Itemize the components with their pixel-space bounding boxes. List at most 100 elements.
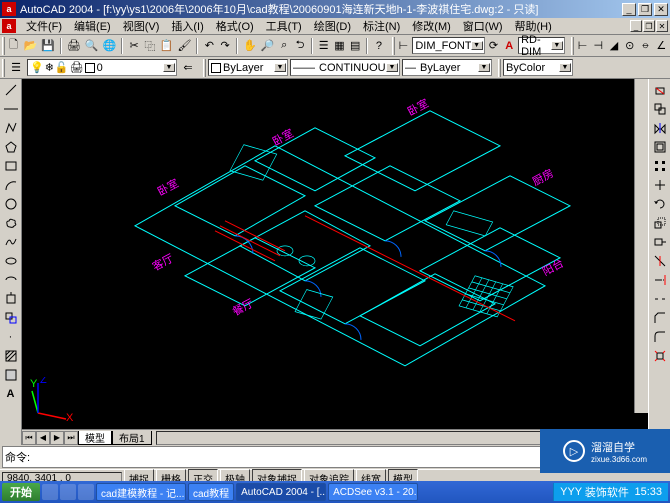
menu-draw[interactable]: 绘图(D) — [308, 18, 357, 34]
break-button[interactable] — [651, 290, 669, 308]
toolbar-grip[interactable] — [392, 37, 395, 55]
explode-button[interactable] — [651, 347, 669, 365]
doc-restore-button[interactable]: ❐ — [643, 20, 655, 32]
menu-tools[interactable]: 工具(T) — [260, 18, 308, 34]
mirror-button[interactable] — [651, 119, 669, 137]
properties-button[interactable]: ☰ — [317, 37, 331, 55]
tab-model[interactable]: 模型 — [78, 431, 112, 445]
layer-manager-button[interactable]: ☰ — [7, 59, 25, 77]
print-button[interactable]: 🖨 — [66, 37, 82, 55]
menu-edit[interactable]: 编辑(E) — [68, 18, 117, 34]
toolbar-grip[interactable] — [498, 59, 501, 77]
publish-button[interactable]: 🌐 — [102, 37, 118, 55]
toolpalettes-button[interactable]: ▤ — [348, 37, 362, 55]
taskbar-item[interactable]: cad教程 — [188, 483, 234, 501]
doc-close-button[interactable]: ✕ — [656, 20, 668, 32]
preview-button[interactable]: 🔍 — [84, 37, 100, 55]
scale-button[interactable] — [651, 214, 669, 232]
cut-button[interactable]: ✂ — [127, 37, 141, 55]
taskbar-item-active[interactable]: AutoCAD 2004 - [... — [236, 483, 326, 501]
undo-button[interactable]: ↶ — [202, 37, 216, 55]
text-button[interactable]: A — [2, 385, 20, 403]
text-style-button[interactable]: A — [502, 37, 516, 55]
spline-button[interactable] — [2, 233, 20, 251]
maximize-button[interactable]: ❐ — [638, 3, 652, 16]
menu-insert[interactable]: 插入(I) — [165, 18, 209, 34]
color-select[interactable]: ByLayer — [208, 59, 288, 76]
region-button[interactable] — [2, 366, 20, 384]
quicklaunch-icon[interactable] — [60, 484, 76, 500]
redo-button[interactable]: ↷ — [218, 37, 232, 55]
tab-next-button[interactable]: ▶ — [50, 431, 64, 445]
designcenter-button[interactable]: ▦ — [333, 37, 347, 55]
dim-tool-5[interactable]: ⦵ — [639, 37, 653, 55]
make-block-button[interactable] — [2, 309, 20, 327]
erase-button[interactable] — [651, 81, 669, 99]
dim-tool-6[interactable]: ∠ — [654, 37, 668, 55]
tab-last-button[interactable]: ⏭ — [64, 431, 78, 445]
paste-button[interactable]: 📋 — [159, 37, 175, 55]
model-viewport[interactable]: 卧室 卧室 卧室 厨房 客厅 餐厅 阳台 X — [22, 79, 648, 429]
rotate-button[interactable] — [651, 195, 669, 213]
circle-button[interactable] — [2, 195, 20, 213]
polyline-button[interactable] — [2, 119, 20, 137]
array-button[interactable] — [651, 157, 669, 175]
taskbar-item[interactable]: cad建模教程 - 记... — [96, 483, 186, 501]
menu-format[interactable]: 格式(O) — [210, 18, 260, 34]
quicklaunch-icon[interactable] — [78, 484, 94, 500]
start-button[interactable]: 开始 — [2, 483, 40, 501]
zoom-win-button[interactable]: ⌕ — [277, 37, 291, 55]
line-button[interactable] — [2, 81, 20, 99]
menu-view[interactable]: 视图(V) — [117, 18, 166, 34]
toolbar-grip[interactable] — [203, 59, 206, 77]
copy-button[interactable]: ⿻ — [143, 37, 157, 55]
offset-button[interactable] — [651, 138, 669, 156]
menu-modify[interactable]: 修改(M) — [406, 18, 457, 34]
match-button[interactable]: 🖌 — [176, 37, 192, 55]
layer-select[interactable]: 💡❄🔓🖨 0 — [27, 59, 177, 76]
tab-prev-button[interactable]: ◀ — [36, 431, 50, 445]
menu-file[interactable]: 文件(F) — [20, 18, 68, 34]
plotstyle-select[interactable]: ByColor — [503, 59, 573, 76]
vertical-scrollbar[interactable] — [634, 79, 648, 413]
open-button[interactable]: 📂 — [22, 37, 38, 55]
toolbar-grip[interactable] — [2, 37, 5, 55]
toolbar-grip[interactable] — [571, 37, 574, 55]
fillet-button[interactable] — [651, 328, 669, 346]
revision-cloud-button[interactable] — [2, 214, 20, 232]
insert-block-button[interactable] — [2, 290, 20, 308]
chamfer-button[interactable] — [651, 309, 669, 327]
dim-update-button[interactable]: ⟳ — [487, 37, 501, 55]
zoom-rt-button[interactable]: 🔎 — [260, 37, 276, 55]
close-button[interactable]: ✕ — [654, 3, 668, 16]
menu-dimension[interactable]: 标注(N) — [357, 18, 406, 34]
save-button[interactable]: 💾 — [40, 37, 56, 55]
doc-minimize-button[interactable]: _ — [630, 20, 642, 32]
extend-button[interactable] — [651, 271, 669, 289]
dim-style-select[interactable]: DIM_FONT — [412, 37, 484, 54]
quicklaunch-icon[interactable] — [42, 484, 58, 500]
point-button[interactable]: · — [2, 328, 20, 346]
polygon-button[interactable] — [2, 138, 20, 156]
rectangle-button[interactable] — [2, 157, 20, 175]
dim-tool-4[interactable]: ⊙ — [623, 37, 637, 55]
help-button[interactable]: ? — [372, 37, 386, 55]
copy-object-button[interactable] — [651, 100, 669, 118]
zoom-prev-button[interactable]: ⮌ — [293, 37, 307, 55]
layer-previous-button[interactable]: ⇐ — [179, 59, 197, 77]
move-button[interactable] — [651, 176, 669, 194]
dim-tool-1[interactable]: ⊢ — [576, 37, 590, 55]
stretch-button[interactable] — [651, 233, 669, 251]
dim-tool-3[interactable]: ◢ — [607, 37, 621, 55]
new-button[interactable]: 🗋 — [7, 37, 21, 55]
lineweight-select[interactable]: —ByLayer — [402, 59, 492, 76]
tab-first-button[interactable]: ⏮ — [22, 431, 36, 445]
linetype-select[interactable]: ——CONTINUOUS — [290, 59, 400, 76]
toolbar-grip[interactable] — [2, 59, 5, 77]
pan-button[interactable]: ✋ — [242, 37, 258, 55]
menu-window[interactable]: 窗口(W) — [457, 18, 509, 34]
ellipse-button[interactable] — [2, 252, 20, 270]
menu-help[interactable]: 帮助(H) — [509, 18, 558, 34]
construction-line-button[interactable] — [2, 100, 20, 118]
dim-tool-2[interactable]: ⊣ — [591, 37, 605, 55]
